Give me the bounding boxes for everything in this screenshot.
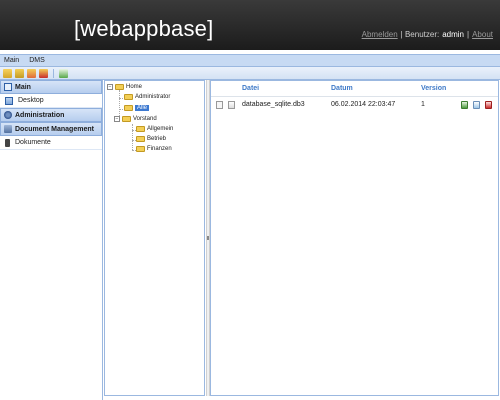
column-header-datum[interactable]: Datum [331, 85, 353, 92]
about-link[interactable]: About [472, 30, 493, 39]
folder-icon [122, 116, 131, 122]
splitter-grip-icon [207, 236, 209, 240]
nav-section-document-management[interactable]: Document Management [0, 122, 102, 136]
tree-node-home[interactable]: − Home [107, 84, 142, 90]
delete-icon[interactable] [39, 68, 48, 78]
database-file-icon [228, 101, 235, 109]
edit-icon[interactable] [461, 101, 468, 109]
folder-icon [124, 94, 133, 100]
logout-link[interactable]: Abmelden [362, 30, 398, 39]
table-row[interactable]: database_sqlite.db3 06.02.2014 22:03:47 … [211, 99, 498, 111]
tree-node-alle[interactable]: Alle [124, 105, 150, 111]
folder-tree: − Home Administrator Alle − Vorstand All… [104, 80, 205, 396]
tree-connector [132, 124, 133, 150]
document-management-icon [4, 125, 12, 133]
tree-node-finanzen[interactable]: Finanzen [136, 146, 172, 152]
toolbar [0, 67, 500, 80]
tree-node-finanzen-label: Finanzen [147, 146, 172, 152]
desktop-icon [5, 96, 13, 105]
tree-node-vorstand-label: Vorstand [133, 116, 157, 122]
delete-icon[interactable] [485, 101, 492, 109]
tree-node-alle-label: Alle [135, 105, 150, 111]
folder-icon[interactable] [15, 68, 24, 78]
nav-section-main-label: Main [15, 83, 31, 91]
tree-node-home-label: Home [126, 84, 143, 90]
grid-header: Datei Datum Version [211, 81, 498, 97]
nav-section-dms-label: Document Management [15, 125, 94, 133]
folder-icon [136, 146, 145, 152]
collapse-toggle[interactable]: − [107, 84, 113, 90]
row-checkbox[interactable] [216, 101, 223, 109]
folder-icon [136, 126, 145, 132]
user-label: | Benutzer: [400, 30, 440, 39]
header-links: Abmelden | Benutzer: admin | About [362, 30, 493, 39]
admin-icon [4, 111, 12, 119]
tree-node-administrator-label: Administrator [135, 94, 171, 100]
tree-node-vorstand[interactable]: − Vorstand [114, 116, 157, 122]
new-document-icon[interactable] [59, 68, 68, 78]
menu-bar: Main DMS [0, 54, 500, 67]
tree-node-allgemein[interactable]: Allgemein [136, 126, 173, 132]
about-separator: | [467, 30, 470, 39]
tree-node-administrator[interactable]: Administrator [124, 94, 170, 100]
folder-icon [115, 84, 124, 90]
folder-icon [136, 136, 145, 142]
window-icon [4, 83, 12, 91]
upload-icon[interactable] [27, 68, 36, 78]
column-header-version[interactable]: Version [421, 85, 446, 92]
nav-section-administration[interactable]: Administration [0, 108, 102, 122]
cell-version: 1 [421, 101, 425, 108]
nav-item-desktop[interactable]: Desktop [0, 94, 102, 108]
column-header-datei[interactable]: Datei [242, 85, 259, 92]
file-grid: Datei Datum Version database_sqlite.db3 … [210, 80, 499, 396]
add-icon[interactable] [3, 68, 12, 78]
tree-node-betrieb-label: Betrieb [147, 136, 167, 142]
toolbar-separator [53, 68, 54, 78]
tree-node-betrieb[interactable]: Betrieb [136, 136, 166, 142]
folder-icon [124, 105, 133, 111]
tree-node-allgemein-label: Allgemein [147, 126, 174, 132]
menu-main[interactable]: Main [4, 57, 19, 64]
nav-section-main[interactable]: Main [0, 80, 102, 94]
collapse-toggle[interactable]: − [114, 116, 120, 122]
menu-dms[interactable]: DMS [29, 57, 45, 64]
nav-item-dokumente-label: Dokumente [15, 139, 51, 146]
download-icon[interactable] [473, 101, 480, 109]
nav-section-administration-label: Administration [15, 111, 65, 119]
app-title: [webappbase] [74, 16, 214, 41]
left-navigation: Main Desktop Administration Document Man… [0, 80, 103, 400]
cell-datum: 06.02.2014 22:03:47 [331, 101, 396, 108]
cell-datei: database_sqlite.db3 [242, 101, 305, 108]
document-icon [5, 138, 10, 147]
nav-item-dokumente[interactable]: Dokumente [0, 136, 102, 150]
username: admin [442, 30, 465, 39]
nav-item-desktop-label: Desktop [18, 97, 44, 104]
app-header: [webappbase] Abmelden | Benutzer: admin … [0, 0, 500, 50]
